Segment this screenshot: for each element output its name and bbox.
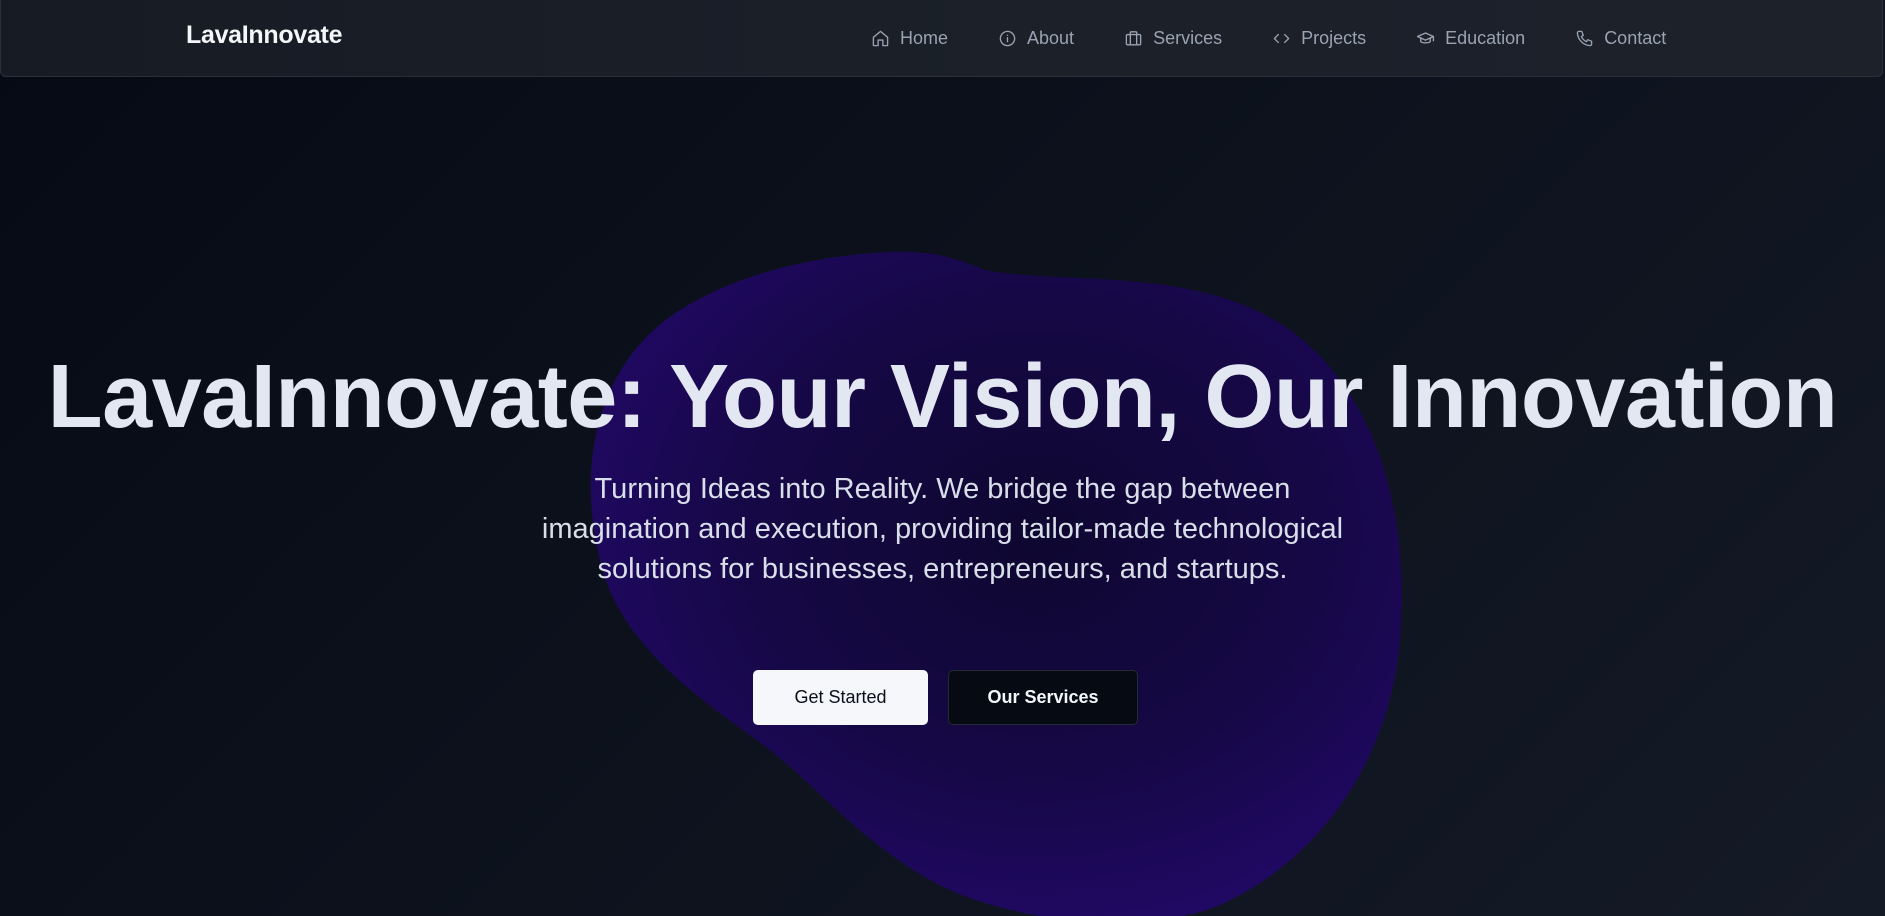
nav-label: Education [1445, 27, 1526, 48]
briefcase-icon [1125, 30, 1142, 46]
main-nav: Home About Services Projects Education C… [869, 22, 1691, 54]
graduation-cap-icon [1417, 31, 1435, 44]
nav-item-home[interactable]: Home [869, 22, 973, 54]
purple-blob-decoration [590, 251, 1402, 916]
nav-label: Services [1153, 27, 1223, 48]
nav-label: Projects [1301, 27, 1367, 48]
nav-item-education[interactable]: Education [1391, 22, 1550, 54]
nav-label: About [1027, 27, 1075, 48]
nav-item-projects[interactable]: Projects [1247, 22, 1391, 54]
nav-label: Contact [1604, 27, 1667, 48]
nav-item-services[interactable]: Services [1099, 22, 1247, 54]
top-navbar: LavaInnovate Home About Services Project… [0, 0, 1883, 77]
brand-logo[interactable]: LavaInnovate [186, 21, 342, 50]
phone-icon [1576, 30, 1593, 46]
our-services-button[interactable]: Our Services [948, 670, 1138, 725]
nav-label: Home [900, 27, 949, 48]
get-started-button[interactable]: Get Started [753, 670, 928, 725]
code-icon [1273, 33, 1290, 43]
hero-subtitle: Turning Ideas into Reality. We bridge th… [541, 473, 1344, 585]
nav-item-contact[interactable]: Contact [1550, 22, 1691, 54]
home-icon [872, 30, 889, 46]
hero-title: LavaInnovate: Your Vision, Our Innovatio… [47, 347, 1838, 447]
nav-item-about[interactable]: About [973, 22, 1099, 54]
landing-page: LavaInnovate Home About Services Project… [0, 0, 1885, 916]
info-icon [999, 30, 1016, 46]
